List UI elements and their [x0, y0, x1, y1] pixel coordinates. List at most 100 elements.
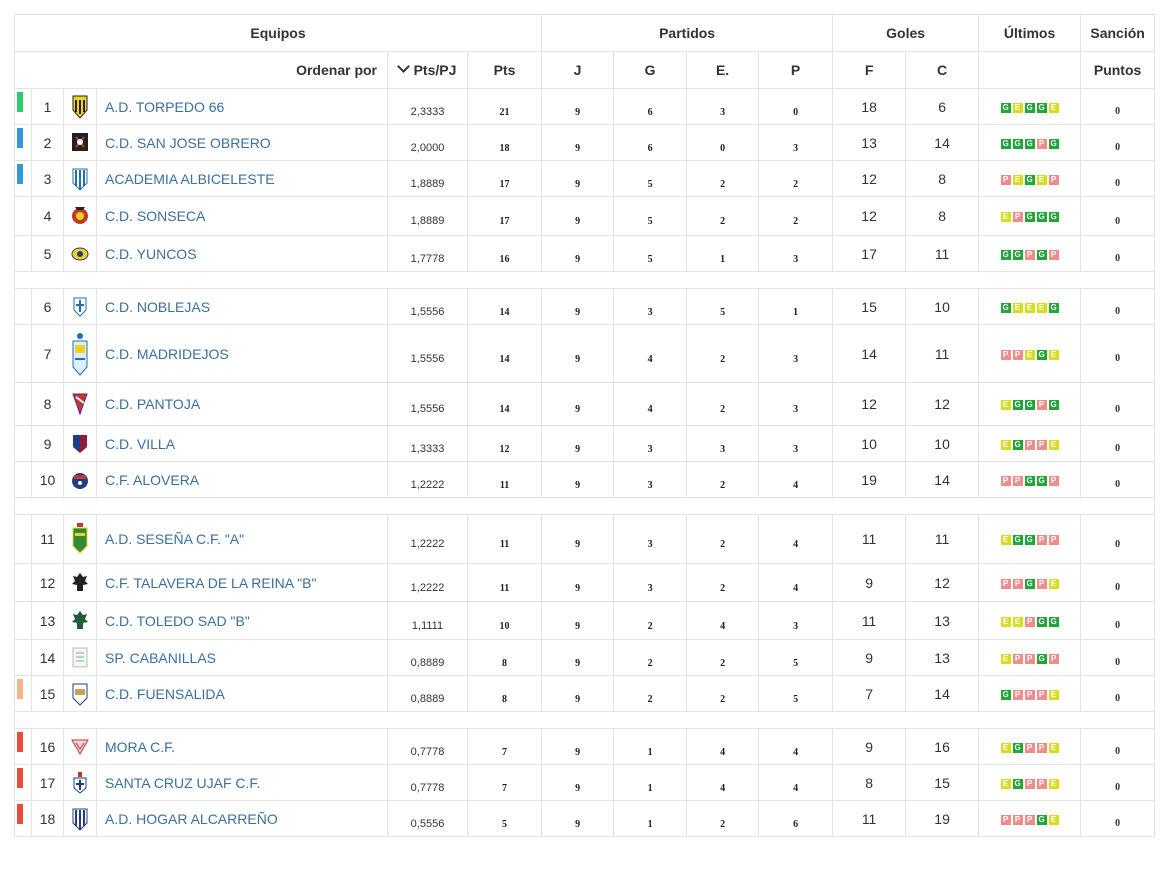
indicator-cell — [14, 288, 32, 325]
group-separator — [13, 711, 1156, 729]
sort-pts-pj[interactable]: Pts/PJ — [387, 51, 468, 89]
position: 16 — [31, 728, 64, 765]
table-row[interactable]: 2 C.D. SAN JOSE OBRERO 2,0000 18 9 6 0 3 13 14 G G G… — [14, 124, 1156, 161]
team-name-link[interactable]: ACADEMIA ALBICELESTE — [96, 160, 388, 197]
table-row[interactable]: 6 C.D. NOBLEJAS 1,5556 14 9 3 5 1 15 10 G E E E G 0 — [14, 288, 1156, 325]
points: 7 — [466, 764, 543, 801]
played: 9 — [541, 764, 615, 801]
sort-pts[interactable]: Pts — [466, 51, 543, 89]
table-row[interactable]: 8 C.D. PANTOJA 1,5556 14 9 4 2 3 12 12 E G G P G 0 — [14, 382, 1156, 426]
result-badge: P — [1024, 616, 1035, 627]
team-name-link[interactable]: C.D. MADRIDEJOS — [96, 324, 388, 383]
team-crest-icon — [63, 728, 97, 765]
group-separator — [13, 497, 1156, 515]
played: 9 — [541, 728, 615, 765]
lost: 4 — [758, 461, 834, 498]
lost: 4 — [758, 563, 834, 602]
result-badge: P — [1036, 535, 1047, 546]
table-row[interactable]: 17 SANTA CRUZ UJAF C.F. 0,7778 7 9 1 4 4 8 15 E G P P… — [14, 764, 1156, 801]
drawn: 4 — [686, 764, 760, 801]
position: 14 — [31, 639, 64, 676]
team-name-link[interactable]: C.D. NOBLEJAS — [96, 288, 388, 325]
played: 9 — [541, 514, 615, 564]
team-crest-icon — [63, 124, 97, 161]
team-name-link[interactable]: C.F. ALOVERA — [96, 461, 388, 498]
result-badge: P — [1048, 174, 1059, 185]
table-row[interactable]: 14 SP. CABANILLAS 0,8889 8 9 2 2 5 9 13 E P P G P 0 — [14, 639, 1156, 676]
team-name-link[interactable]: C.D. PANTOJA — [96, 382, 388, 426]
team-name-link[interactable]: C.D. FUENSALIDA — [96, 675, 388, 712]
goals-for: 9 — [832, 563, 907, 602]
won: 1 — [613, 764, 688, 801]
played: 9 — [541, 124, 615, 161]
sort-p[interactable]: P — [758, 51, 834, 89]
table-row[interactable]: 3 ACADEMIA ALBICELESTE 1,8889 17 9 5 2 2 12 8 P E G E… — [14, 160, 1156, 197]
drawn: 2 — [686, 563, 760, 602]
lost: 3 — [758, 235, 834, 272]
header-sancion: Sanción — [1080, 14, 1156, 52]
table-row[interactable]: 1 A.D. TORPEDO 66 2,3333 21 9 6 3 0 18 6 G E G G E 0 — [14, 88, 1156, 125]
result-badge: E — [1012, 302, 1023, 313]
team-name-link[interactable]: A.D. SESEÑA C.F. "A" — [96, 514, 388, 564]
result-badge: P — [1036, 400, 1047, 411]
table-row[interactable]: 10 C.F. ALOVERA 1,2222 11 9 3 2 4 19 14 P P G G P 0 — [14, 461, 1156, 498]
team-name-link[interactable]: C.D. SAN JOSE OBRERO — [96, 124, 388, 161]
team-name-link[interactable]: C.F. TALAVERA DE LA REINA "B" — [96, 563, 388, 602]
last-results: EPGGG — [978, 196, 1082, 236]
table-row[interactable]: 15 C.D. FUENSALIDA 0,8889 8 9 2 2 5 7 14 G P P P E 0 — [14, 675, 1156, 712]
team-crest-icon — [63, 288, 97, 325]
sanction-points: 0 — [1080, 563, 1156, 602]
separator-cell — [13, 711, 1156, 729]
table-row[interactable]: 18 A.D. HOGAR ALCARREÑO 0,5556 5 9 1 2 6 11 19 P P P… — [14, 800, 1156, 837]
lost: 4 — [758, 514, 834, 564]
team-name-link[interactable]: C.D. TOLEDO SAD "B" — [96, 601, 388, 640]
team-name-link[interactable]: C.D. VILLA — [96, 425, 388, 462]
pts-per-game: 1,2222 — [387, 461, 468, 498]
sort-g[interactable]: G — [613, 51, 688, 89]
goals-for: 12 — [832, 196, 907, 236]
table-row[interactable]: 13 C.D. TOLEDO SAD "B" 1,1111 10 9 2 4 3 11 13 E E P… — [14, 601, 1156, 640]
pts-per-game: 1,3333 — [387, 425, 468, 462]
team-name-link[interactable]: C.D. SONSECA — [96, 196, 388, 236]
result-badge: E — [1000, 778, 1011, 789]
won: 1 — [613, 728, 688, 765]
sort-e[interactable]: E. — [686, 51, 760, 89]
team-name-link[interactable]: SP. CABANILLAS — [96, 639, 388, 676]
team-name-link[interactable]: A.D. HOGAR ALCARREÑO — [96, 800, 388, 837]
goals-for: 7 — [832, 675, 907, 712]
goals-for: 9 — [832, 639, 907, 676]
sort-j[interactable]: J — [541, 51, 615, 89]
goals-against: 13 — [905, 639, 980, 676]
table-row[interactable]: 5 C.D. YUNCOS 1,7778 16 9 5 1 3 17 11 G G P G P 0 — [14, 235, 1156, 272]
team-name-link[interactable]: SANTA CRUZ UJAF C.F. — [96, 764, 388, 801]
indicator-cell — [14, 196, 32, 236]
result-badge: G — [1000, 102, 1011, 113]
team-name-link[interactable]: C.D. YUNCOS — [96, 235, 388, 272]
table-row[interactable]: 11 A.D. SESEÑA C.F. "A" 1,2222 11 9 3 2 4 11 11 E G… — [14, 514, 1156, 564]
result-badge: G — [1048, 302, 1059, 313]
sort-f[interactable]: F — [832, 51, 907, 89]
table-row[interactable]: 12 C.F. TALAVERA DE LA REINA "B" 1,2222 11 9… — [14, 563, 1156, 602]
goals-against: 11 — [905, 235, 980, 272]
sanction-points: 0 — [1080, 675, 1156, 712]
table-row[interactable]: 4 C.D. SONSECA 1,8889 17 9 5 2 2 12 8 E P G G G 0 — [14, 196, 1156, 236]
position: 17 — [31, 764, 64, 801]
result-badge: P — [1048, 653, 1059, 664]
last-results: EGPPE — [978, 425, 1082, 462]
result-badge: P — [1024, 814, 1035, 825]
team-crest-icon — [63, 675, 97, 712]
indicator-cell — [14, 514, 32, 564]
team-name-link[interactable]: MORA C.F. — [96, 728, 388, 765]
table-row[interactable]: 9 C.D. VILLA 1,3333 12 9 3 3 3 10 10 E G P P E 0 — [14, 425, 1156, 462]
goals-against: 10 — [905, 288, 980, 325]
table-row[interactable]: 7 C.D. MADRIDEJOS 1,5556 14 9 4 2 3 14 11 P P E G E 0 — [14, 324, 1156, 383]
sanction-points: 0 — [1080, 160, 1156, 197]
drawn: 4 — [686, 601, 760, 640]
indicator-cell — [14, 601, 32, 640]
result-badge: G — [1012, 778, 1023, 789]
result-badge: G — [1012, 439, 1023, 450]
sort-c[interactable]: C — [905, 51, 980, 89]
table-row[interactable]: 16 MORA C.F. 0,7778 7 9 1 4 4 9 16 E G P P E 0 — [14, 728, 1156, 765]
result-badge: E — [1012, 616, 1023, 627]
team-name-link[interactable]: A.D. TORPEDO 66 — [96, 88, 388, 125]
